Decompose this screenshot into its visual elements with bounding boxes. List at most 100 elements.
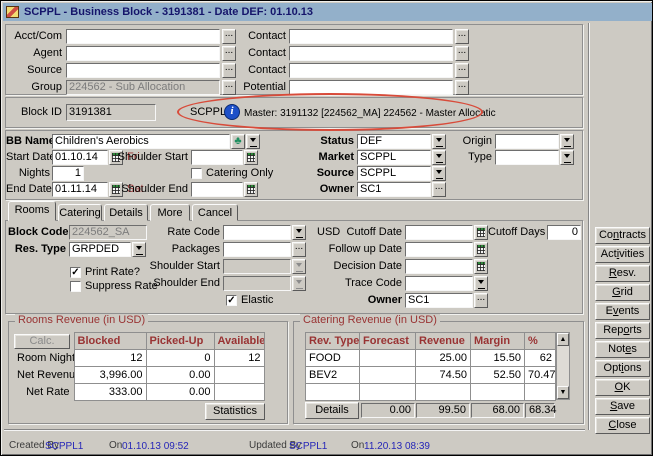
status-field[interactable]: DEF xyxy=(357,134,431,149)
pct-cell: 70.47 xyxy=(525,367,556,384)
block-code-field: 224562_SA xyxy=(69,225,147,240)
block-code-label: Block Code xyxy=(8,225,66,240)
source-field-header[interactable]: SCPPL xyxy=(357,166,431,181)
save-button[interactable]: Save xyxy=(595,398,650,415)
contact1-lookup-button[interactable]: ... xyxy=(455,29,469,44)
rate-code-field[interactable] xyxy=(223,225,291,240)
start-date-field[interactable]: 01.10.14 xyxy=(52,150,108,165)
column-header-revenue: Revenue xyxy=(416,333,471,350)
packages-field[interactable] xyxy=(223,242,291,257)
origin-field[interactable] xyxy=(495,134,559,149)
origin-lov-button[interactable] xyxy=(560,134,574,149)
print-rate-checkbox[interactable]: ✓ xyxy=(70,267,81,278)
tab-rooms[interactable]: Rooms xyxy=(8,201,56,221)
business-block-window: SCPPL - Business Block - 3191381 - Date … xyxy=(0,0,653,456)
table-row: Net Rate 333.00 0.00 xyxy=(14,384,264,401)
table-row[interactable]: BEV2 74.50 52.50 70.47 xyxy=(306,367,556,384)
end-date-field[interactable]: 01.11.14 xyxy=(52,182,108,197)
row-label-net-revenue: Net Revenue xyxy=(14,367,74,384)
contact2-lookup-button[interactable]: ... xyxy=(455,46,469,61)
master-info-icon[interactable]: i xyxy=(225,105,239,119)
scroll-down-button[interactable]: ▼ xyxy=(557,386,569,399)
activities-button[interactable]: Activities xyxy=(595,246,650,263)
res-type-field[interactable]: GRPDED xyxy=(69,242,131,257)
ellipsis-icon: ... xyxy=(458,29,466,39)
suppress-rate-checkbox[interactable] xyxy=(70,281,81,292)
decision-date-calendar-button[interactable] xyxy=(474,259,488,274)
catering-table-scrollbar[interactable]: ▲ ▼ xyxy=(556,332,570,400)
resv-button[interactable]: Resv. xyxy=(595,265,650,282)
cutoff-days-field[interactable]: 0 xyxy=(547,225,581,240)
market-field[interactable]: SCPPL xyxy=(357,150,431,165)
window-title: SCPPL - Business Block - 3191381 - Date … xyxy=(24,6,313,18)
type-label: Type xyxy=(440,150,492,165)
contact1-field[interactable] xyxy=(289,29,453,44)
contact3-field[interactable] xyxy=(289,63,453,78)
net-rate-available xyxy=(214,384,264,401)
owner-field-header[interactable]: SC1 xyxy=(357,182,431,197)
shoulder-end-field[interactable] xyxy=(191,182,243,197)
table-row[interactable] xyxy=(306,384,556,401)
tab-details[interactable]: Details xyxy=(104,204,148,221)
followup-date-calendar-button[interactable] xyxy=(474,242,488,257)
potential-field[interactable] xyxy=(289,80,453,95)
type-lov-button[interactable] xyxy=(560,150,574,165)
tab-cancel[interactable]: Cancel xyxy=(192,204,238,221)
ok-button[interactable]: OK xyxy=(595,379,650,396)
shoulder-start-calendar-button[interactable] xyxy=(244,150,258,165)
acct-com-field[interactable] xyxy=(66,29,220,44)
contracts-button[interactable]: Contracts xyxy=(595,227,650,244)
notes-button[interactable]: Notes xyxy=(595,341,650,358)
source-label-header: Source xyxy=(302,166,354,181)
ellipsis-icon: ... xyxy=(295,242,303,252)
contact3-lookup-button[interactable]: ... xyxy=(455,63,469,78)
tab-more[interactable]: More xyxy=(150,204,190,221)
total-revenue: 99.50 xyxy=(416,403,470,418)
catering-only-checkbox[interactable] xyxy=(191,168,202,179)
column-header-margin: Margin xyxy=(471,333,525,350)
dropdown-arrow-icon xyxy=(564,138,570,145)
title-bar[interactable]: SCPPL - Business Block - 3191381 - Date … xyxy=(3,3,652,21)
shoulder-start-field[interactable] xyxy=(191,150,243,165)
grid-button[interactable]: Grid xyxy=(595,284,650,301)
translate-name-button[interactable]: ♣ xyxy=(231,134,245,149)
statistics-button[interactable]: Statistics xyxy=(205,403,265,420)
details-button[interactable]: Details xyxy=(305,402,359,419)
events-button[interactable]: Events xyxy=(595,303,650,320)
type-field[interactable] xyxy=(495,150,559,165)
calc-button: Calc. xyxy=(14,334,70,349)
room-nights-available: 12 xyxy=(214,350,264,367)
calendar-icon xyxy=(247,185,255,194)
trace-code-lov-button[interactable] xyxy=(474,276,488,291)
source-lov-button[interactable] xyxy=(432,166,446,181)
reports-button[interactable]: Reports xyxy=(595,322,650,339)
tab-catering[interactable]: Catering xyxy=(58,204,102,221)
forecast-cell xyxy=(360,384,416,401)
potential-lookup-button[interactable]: ... xyxy=(455,80,469,95)
packages-lookup-button[interactable]: ... xyxy=(292,242,306,257)
cutoff-date-calendar-button[interactable] xyxy=(474,225,488,240)
owner-field-rooms[interactable]: SC1 xyxy=(405,293,473,308)
elastic-checkbox[interactable]: ✓ xyxy=(226,295,237,306)
group-field[interactable]: 224562 - Sub Allocation xyxy=(66,80,220,95)
owner-lookup-button-rooms[interactable]: ... xyxy=(474,293,488,308)
followup-date-field[interactable] xyxy=(405,242,473,257)
owner-lookup-button-header[interactable]: ... xyxy=(432,182,446,197)
trace-code-field[interactable] xyxy=(405,276,473,291)
table-row[interactable]: FOOD 25.00 15.50 62 xyxy=(306,350,556,367)
decision-date-field[interactable] xyxy=(405,259,473,274)
source-field[interactable] xyxy=(66,63,220,78)
contact2-field[interactable] xyxy=(289,46,453,61)
revenue-cell: 25.00 xyxy=(416,350,471,367)
nights-field[interactable]: 1 xyxy=(52,166,84,181)
rate-code-lov-button[interactable] xyxy=(292,225,306,240)
options-button[interactable]: Options xyxy=(595,360,650,377)
bb-name-lov-button[interactable] xyxy=(246,134,260,149)
shoulder-end-calendar-button[interactable] xyxy=(244,182,258,197)
res-type-lov-button[interactable] xyxy=(132,242,146,257)
bb-name-field[interactable]: Children's Aerobics xyxy=(52,134,230,149)
scroll-up-button[interactable]: ▲ xyxy=(557,333,569,346)
agent-field[interactable] xyxy=(66,46,220,61)
cutoff-date-field[interactable] xyxy=(405,225,473,240)
shoulder-end-rate-field xyxy=(223,276,291,291)
